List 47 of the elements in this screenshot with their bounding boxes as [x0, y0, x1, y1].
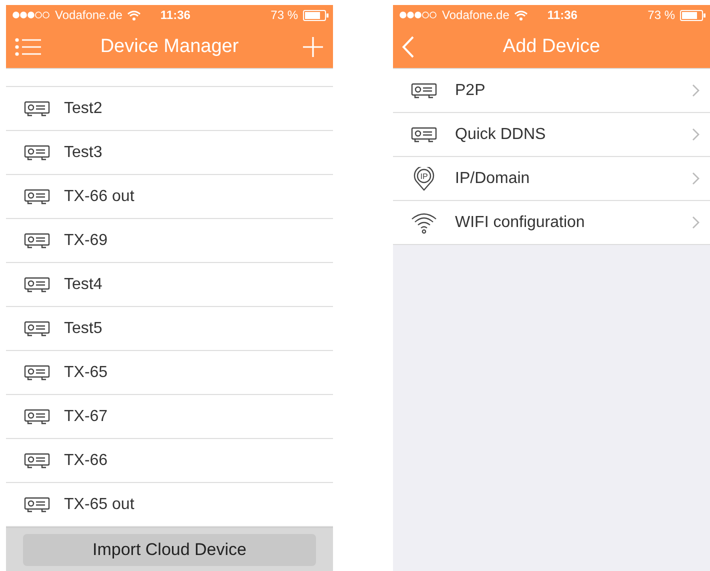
device-name[interactable]: TX-65: [64, 364, 108, 382]
device-icon: [24, 452, 50, 468]
device-icon: [24, 496, 50, 512]
nav-title: Add Device: [502, 36, 600, 58]
device-name[interactable]: TX-67: [64, 408, 108, 426]
device-name[interactable]: TX-65 out: [64, 496, 134, 514]
device-name[interactable]: TX-66: [64, 452, 108, 470]
device-icon: [24, 364, 50, 380]
carrier-name: Vodafone.de: [442, 8, 510, 22]
battery-percent: 73 %: [648, 8, 675, 22]
battery-icon: [680, 10, 706, 20]
carrier-name: Vodafone.de: [55, 8, 122, 22]
location-pin-icon: IP: [411, 166, 437, 190]
device-icon: [24, 188, 50, 204]
device-icon: [24, 100, 50, 116]
device-name[interactable]: Test2: [64, 100, 102, 118]
device-icon: [24, 232, 50, 248]
option-label[interactable]: IP/Domain: [455, 170, 692, 188]
wifi-icon: [127, 10, 142, 20]
chevron-icon: [692, 128, 700, 141]
device-name[interactable]: TX-69: [64, 232, 108, 250]
device-icon: [24, 276, 50, 292]
chevron-icon: [692, 84, 700, 97]
device-icon: [24, 144, 50, 160]
battery-percent: 73 %: [270, 8, 298, 22]
status-time: 11:36: [547, 8, 578, 22]
device-name[interactable]: Test3: [64, 144, 102, 162]
device-icon: [411, 126, 437, 142]
device-icon: [24, 408, 50, 424]
chevron-icon: [692, 216, 700, 229]
battery-icon: [303, 10, 329, 20]
back-icon[interactable]: [402, 36, 414, 58]
wifi-icon: [514, 10, 528, 20]
signal-icon: [399, 11, 437, 19]
wifi-icon: [411, 212, 437, 234]
device-name[interactable]: Test4: [64, 276, 102, 294]
status-time: 11:36: [160, 8, 190, 22]
import-cloud-device-button[interactable]: Import Cloud Device: [23, 534, 316, 566]
chevron-icon: [692, 172, 700, 185]
device-icon: [24, 320, 50, 336]
menu-icon[interactable]: [15, 38, 41, 56]
device-name[interactable]: TX-66 out: [64, 188, 134, 206]
device-icon: [411, 82, 437, 98]
device-name[interactable]: Test5: [64, 320, 102, 338]
add-icon[interactable]: [303, 36, 323, 56]
signal-icon: [12, 11, 50, 19]
nav-title: Device Manager: [100, 36, 239, 58]
